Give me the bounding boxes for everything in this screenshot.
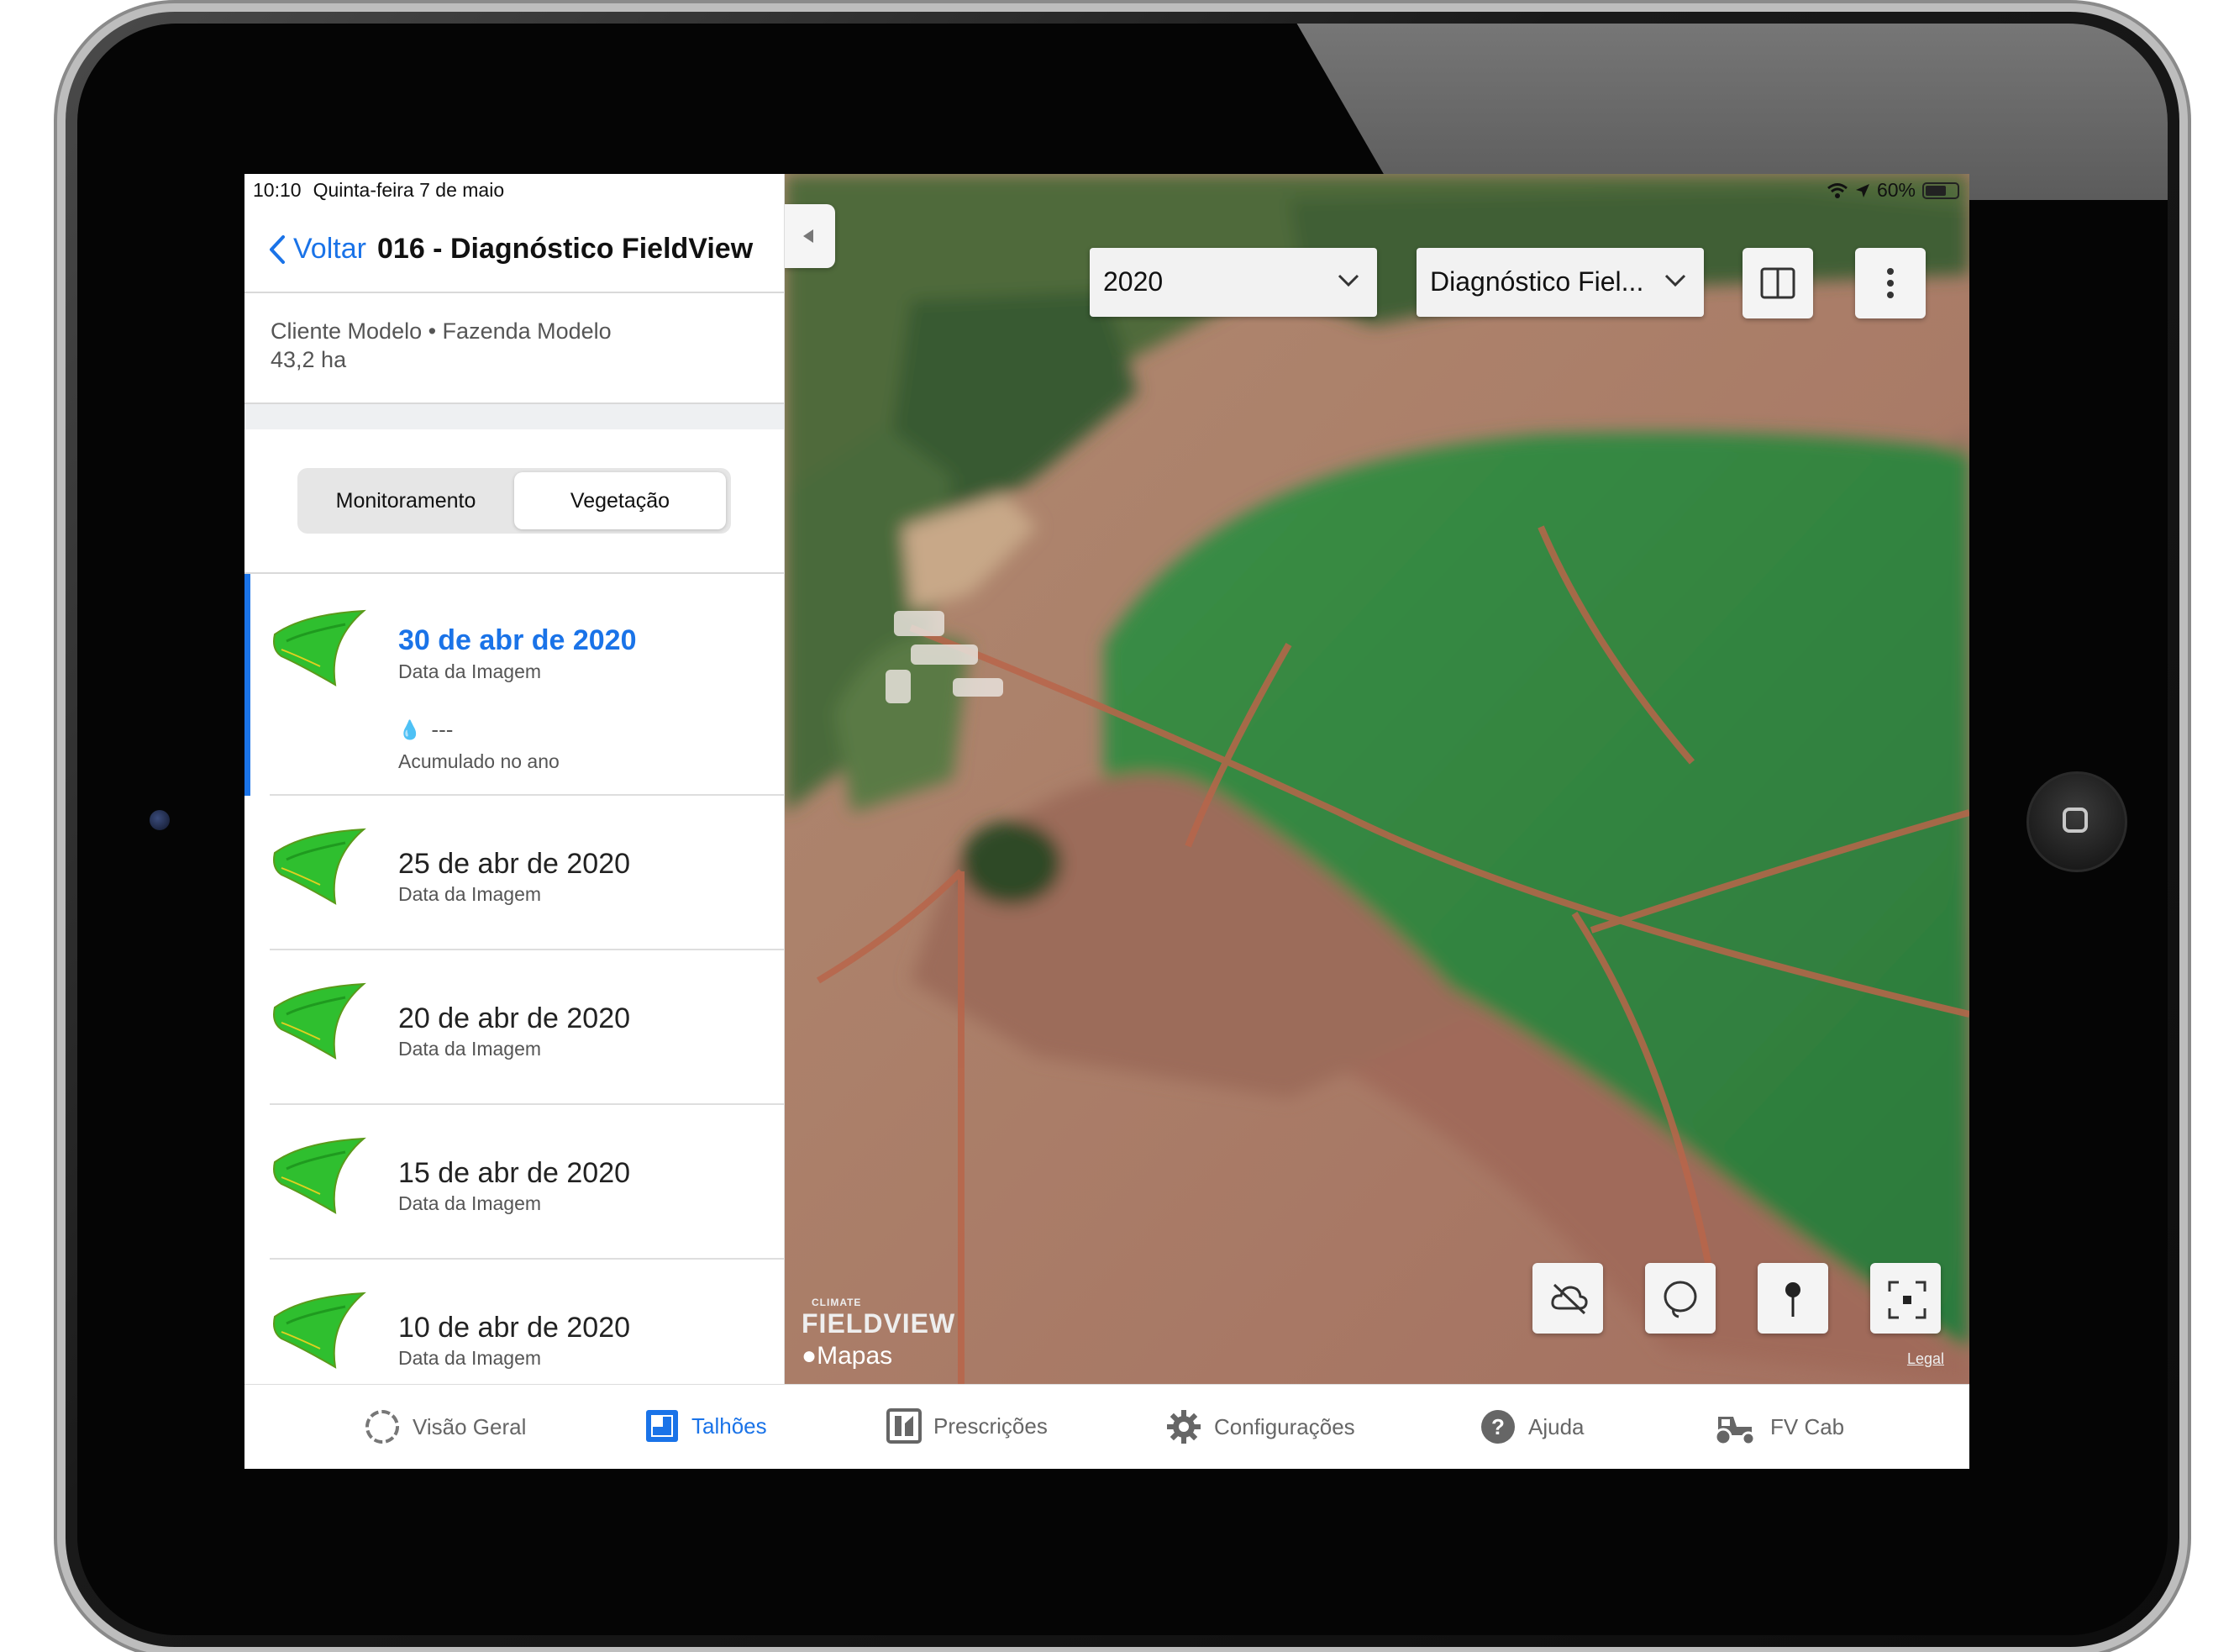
triangle-left-icon [803, 229, 813, 243]
tab-label: FV Cab [1770, 1413, 1845, 1439]
image-date-label: Data da Imagem [398, 1038, 542, 1060]
split-view-icon [1760, 267, 1795, 299]
tab-label: Visão Geral [413, 1413, 527, 1439]
image-date: 10 de abr de 2020 [398, 1312, 631, 1344]
lasso-button[interactable] [1645, 1263, 1716, 1334]
legal-link[interactable]: Legal [1907, 1350, 1944, 1368]
maps-label: Mapas [817, 1342, 893, 1370]
collapse-panel-button[interactable] [785, 204, 835, 268]
satellite-map[interactable]: 60% 2020 Diagnóstico Fiel... CLIMATE FIE… [785, 174, 1969, 1384]
layer-value: Diagnóstico Fiel... [1430, 266, 1644, 297]
image-date-label: Data da Imagem [398, 660, 542, 682]
home-button[interactable] [2026, 771, 2127, 872]
segmented-control: Monitoramento Vegetação [297, 468, 731, 534]
tab-fv-cab[interactable]: FV Cab [1711, 1408, 1844, 1445]
battery-percent: 60% [1876, 179, 1916, 201]
tab-visao-geral[interactable]: Visão Geral [364, 1408, 526, 1445]
field-panel: 10:10 Quinta-feira 7 de maio Voltar 016 -… [244, 174, 785, 1384]
more-vertical-icon [1887, 268, 1894, 298]
chevron-down-icon [1338, 274, 1359, 287]
tractor-icon [1714, 1417, 1756, 1445]
location-arrow-icon [1855, 183, 1869, 197]
prescription-icon [886, 1408, 922, 1444]
help-icon: ? [1481, 1410, 1515, 1444]
field-thumbnail-icon [273, 982, 366, 1060]
field-icon [646, 1410, 678, 1442]
tab-bar: Visão Geral Talhões Prescrições Configur… [244, 1384, 1969, 1469]
list-item[interactable]: 15 de abr de 2020 Data da Imagem [244, 1105, 784, 1260]
fieldview-logo: CLIMATE FIELDVIEW [802, 1297, 956, 1339]
image-date: 15 de abr de 2020 [398, 1157, 631, 1189]
field-info: Cliente Modelo • Fazenda Modelo 43,2 ha [244, 293, 784, 404]
selected-indicator [244, 574, 250, 796]
field-thumbnail-icon [273, 828, 366, 905]
field-thumbnail-icon [273, 1292, 366, 1369]
image-date-label: Data da Imagem [398, 1192, 542, 1214]
list-item[interactable]: 25 de abr de 2020 Data da Imagem [244, 796, 784, 950]
front-camera [150, 810, 170, 830]
chevron-left-icon [270, 234, 285, 264]
loading-circle-icon [365, 1410, 399, 1444]
field-thumbnail-icon [273, 1137, 366, 1214]
pin-icon [1785, 1282, 1800, 1317]
image-date: 25 de abr de 2020 [398, 848, 631, 880]
image-date-label: Data da Imagem [398, 1347, 542, 1369]
chevron-down-icon [1664, 274, 1686, 287]
split-view-button[interactable] [1743, 248, 1813, 318]
tab-label: Talhões [691, 1413, 767, 1439]
maps-attribution: ●Mapas [802, 1342, 892, 1371]
status-time: 10:10 [253, 179, 302, 201]
field-area: 43,2 ha [271, 347, 347, 372]
layer-dropdown[interactable]: Diagnóstico Fiel... [1417, 248, 1704, 317]
drop-pin-button[interactable] [1758, 1263, 1828, 1334]
image-date-label: Data da Imagem [398, 883, 542, 905]
year-value: 2020 [1103, 266, 1164, 297]
fit-field-button[interactable] [1870, 1263, 1941, 1334]
tab-configuracoes[interactable]: Configurações [1165, 1408, 1355, 1445]
satellite-imagery [785, 174, 1969, 1384]
list-item[interactable]: 10 de abr de 2020 Data da Imagem [244, 1260, 784, 1384]
gear-icon [1167, 1410, 1201, 1444]
cloud-toggle-button[interactable] [1532, 1263, 1603, 1334]
status-date: Quinta-feira 7 de maio [313, 179, 505, 201]
segment-monitoramento[interactable]: Monitoramento [302, 472, 509, 529]
rain-amount: --- [431, 717, 454, 742]
rain-label: Acumulado no ano [398, 750, 560, 772]
tab-prescricoes[interactable]: Prescrições [886, 1408, 1048, 1444]
app-screen: 10:10 Quinta-feira 7 de maio Voltar 016 -… [244, 174, 1969, 1469]
image-date: 30 de abr de 2020 [398, 624, 637, 656]
status-bar-right: 60% [1827, 179, 1959, 202]
tab-label: Prescrições [933, 1413, 1048, 1439]
water-drop-icon: 💧 [398, 718, 422, 740]
year-dropdown[interactable]: 2020 [1090, 248, 1377, 317]
field-thumbnail-icon [273, 609, 366, 687]
page-title: 016 - Diagnóstico FieldView [377, 233, 754, 265]
tab-ajuda[interactable]: ? Ajuda [1480, 1408, 1585, 1445]
status-bar-left: 10:10 Quinta-feira 7 de maio [253, 179, 504, 202]
tab-label: Configurações [1214, 1413, 1355, 1439]
logo-small-text: CLIMATE [812, 1297, 862, 1308]
svg-text:?: ? [1491, 1414, 1505, 1439]
battery-icon [1922, 182, 1959, 199]
section-gap [244, 404, 784, 429]
navigation-bar: Voltar 016 - Diagnóstico FieldView [244, 208, 784, 293]
back-label: Voltar [293, 233, 366, 265]
field-location: Cliente Modelo • Fazenda Modelo [271, 318, 612, 344]
focus-frame-icon [1888, 1281, 1927, 1319]
logo-text: FIELDVIEW [802, 1308, 956, 1339]
apple-logo-icon: ● [802, 1342, 817, 1370]
cloud-off-icon [1551, 1283, 1588, 1315]
lasso-icon [1664, 1281, 1697, 1318]
list-item[interactable]: 20 de abr de 2020 Data da Imagem [244, 950, 784, 1105]
list-item[interactable]: 30 de abr de 2020 Data da Imagem 💧 --- Ac… [244, 574, 784, 796]
image-date: 20 de abr de 2020 [398, 1002, 631, 1034]
back-button[interactable]: Voltar [268, 233, 366, 266]
more-options-button[interactable] [1855, 248, 1926, 318]
tab-label: Ajuda [1528, 1413, 1585, 1439]
segment-vegetacao[interactable]: Vegetação [514, 472, 726, 529]
wifi-icon [1827, 182, 1848, 198]
rain-value: 💧 --- [398, 717, 453, 743]
tab-talhoes[interactable]: Talhões [644, 1408, 767, 1444]
